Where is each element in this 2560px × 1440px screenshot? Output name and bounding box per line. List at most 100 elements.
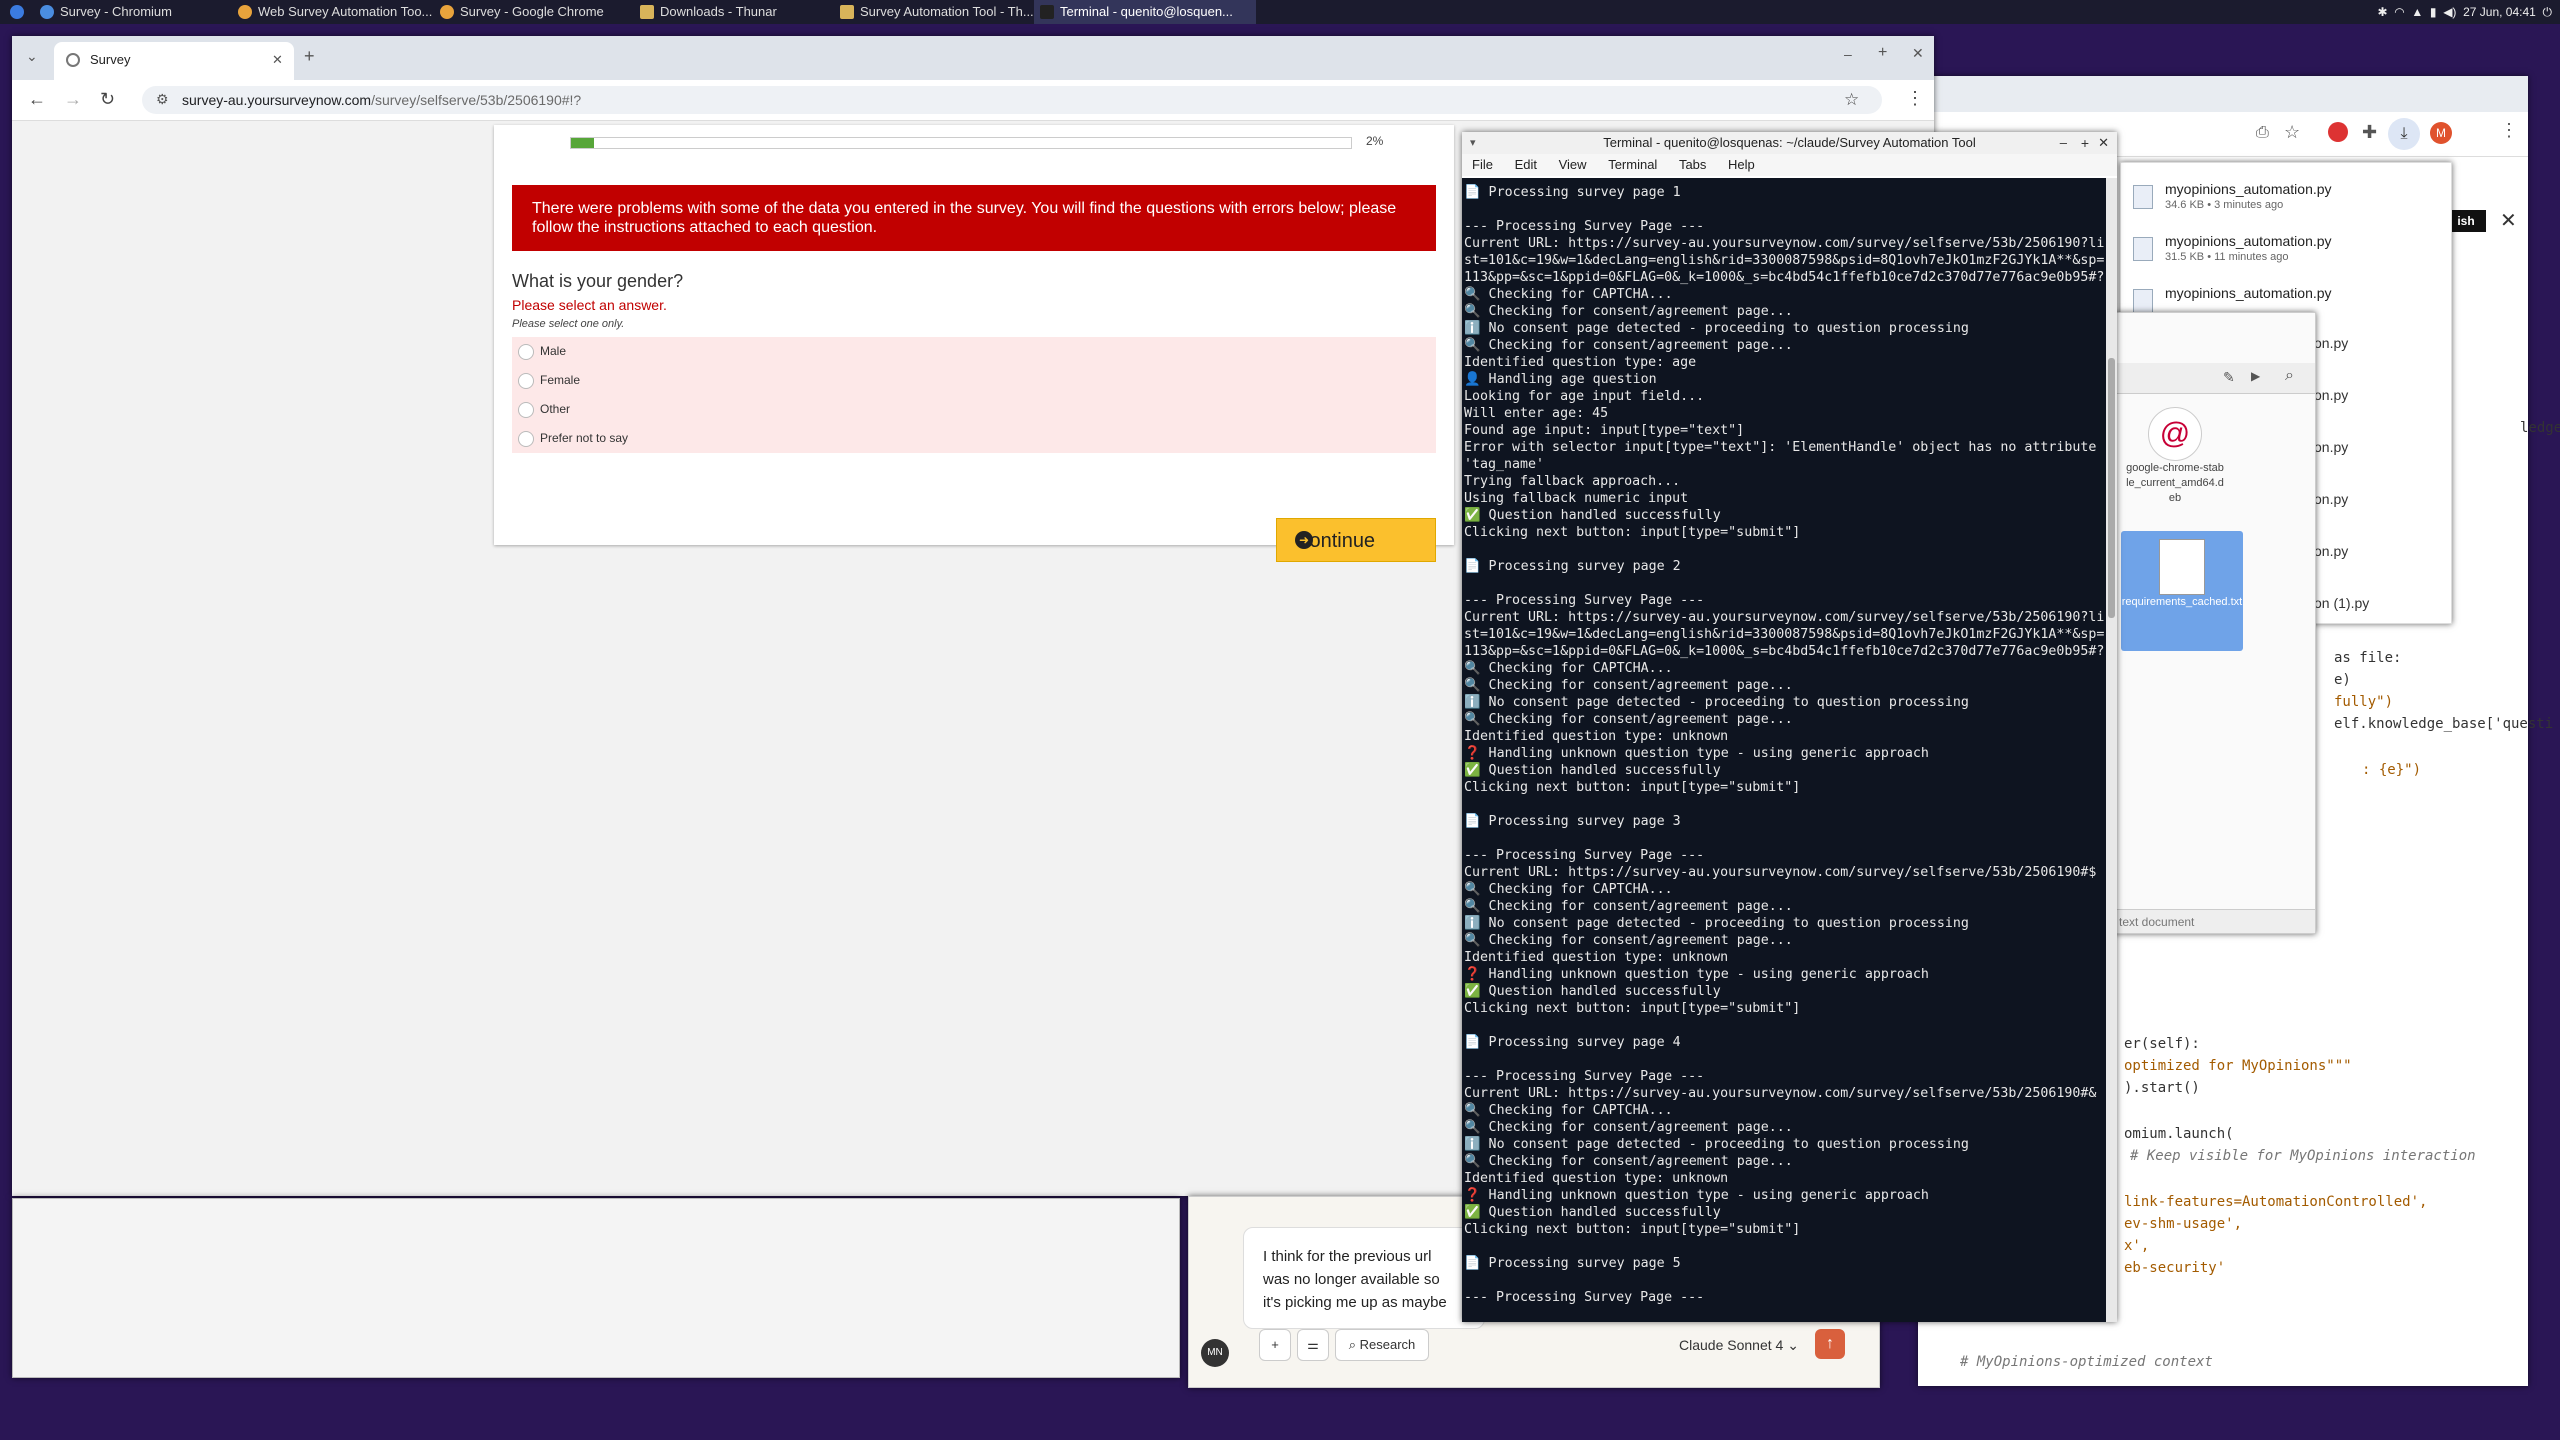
terminal-line: 🔍 Checking for CAPTCHA...	[1464, 1103, 1673, 1118]
menu-edit[interactable]: Edit	[1515, 157, 1537, 172]
site-info-icon[interactable]: ⚙	[156, 91, 169, 108]
code-line: as file:	[2334, 650, 2402, 666]
download-item-partial[interactable]: tion (1).py	[2307, 595, 2369, 611]
terminal-line: ℹ️ No consent page detected - proceeding…	[1464, 916, 1969, 931]
back-icon[interactable]: ←	[28, 89, 46, 110]
bookmark-star-icon[interactable]: ☆	[1844, 90, 1859, 110]
bookmark-star-icon[interactable]: ☆	[2284, 122, 2300, 143]
terminal-line: Error with selector input[type="text"]: …	[1464, 440, 2097, 455]
volume-icon[interactable]: ◀)	[2443, 5, 2456, 19]
menu-dots-icon[interactable]: ⋮	[2500, 120, 2518, 141]
profile-avatar[interactable]: M	[2430, 122, 2452, 144]
terminal-line: 113&pp=&sc=1&ppid=0&FLAG=0&_k=1000&_s=bc…	[1464, 644, 2105, 659]
download-icon[interactable]: ⤓	[2388, 118, 2420, 150]
minimize-icon[interactable]: –	[2060, 132, 2067, 154]
terminal-line: ❓ Handling unknown question type - using…	[1464, 1188, 1929, 1203]
menu-dots-icon[interactable]: ⋮	[1906, 88, 1924, 109]
terminal-line: ✅ Question handled successfully	[1464, 508, 1721, 523]
question-instruction: Please select one only.	[512, 318, 625, 330]
publish-button[interactable]: ish	[2446, 210, 2486, 232]
address-bar[interactable]: ⚙ survey-au.yoursurveynow.com/survey/sel…	[142, 86, 1882, 114]
radio-button[interactable]	[518, 402, 534, 418]
terminal-line: 🔍 Checking for consent/agreement page...	[1464, 712, 1793, 727]
radio-button[interactable]	[518, 344, 534, 360]
terminal-line: Looking for age input field...	[1464, 389, 1705, 404]
terminal-line: Current URL: https://survey-au.yoursurve…	[1464, 1086, 2097, 1101]
taskbar-item-downloads[interactable]: Downloads - Thunar	[634, 0, 850, 24]
extensions-icon[interactable]: ✚	[2362, 122, 2377, 143]
extension-badge-icon[interactable]	[2328, 122, 2348, 142]
code-line: optimized for MyOpinions"""	[2124, 1058, 2352, 1074]
taskbar-item-terminal[interactable]: Terminal - quenito@losquen...	[1034, 0, 1256, 24]
scrollbar-thumb[interactable]	[2108, 358, 2115, 618]
clock[interactable]: 27 Jun, 04:41	[2463, 5, 2536, 19]
continue-button[interactable]: Continue ➜	[1276, 518, 1436, 562]
terminal-line: Will enter age: 45	[1464, 406, 1609, 421]
file-item-deb[interactable]: @ google-chrome-stable_current_amd64.deb	[2125, 407, 2225, 517]
code-line: elf.knowledge_base['questi	[2334, 716, 2554, 732]
bluetooth-icon[interactable]: ✱	[2377, 5, 2387, 19]
code-line: x',	[2124, 1238, 2150, 1254]
terminal-line: Clicking next button: input[type="submit…	[1464, 1001, 1801, 1016]
minimize-icon[interactable]: –	[1844, 46, 1852, 62]
new-tab-icon[interactable]: +	[304, 46, 315, 67]
terminal-line: Found age input: input[type="text"]	[1464, 423, 1745, 438]
chat-message[interactable]: I think for the previous url was no long…	[1263, 1245, 1463, 1314]
reload-icon[interactable]: ↻	[100, 89, 115, 110]
maximize-icon[interactable]: +	[2081, 132, 2089, 154]
close-window-icon[interactable]: ✕	[1912, 45, 1924, 62]
browser-toolbar: ← → ↻ ⚙ survey-au.yoursurveynow.com/surv…	[12, 80, 1934, 121]
radio-button[interactable]	[518, 373, 534, 389]
taskbar-item-survey-chrome[interactable]: Survey - Google Chrome	[434, 0, 650, 24]
menu-view[interactable]: View	[1559, 157, 1587, 172]
taskbar-item-survey-chromium[interactable]: Survey - Chromium	[34, 0, 250, 24]
settings-sliders-button[interactable]: ⚌	[1297, 1329, 1329, 1361]
background-tabbar	[1918, 76, 2528, 112]
wifi-icon[interactable]: ◠	[2394, 5, 2404, 19]
taskbar-item-survey-tool[interactable]: Survey Automation Tool - Th...	[834, 0, 1060, 24]
app-menu-icon[interactable]	[8, 0, 26, 24]
tab-close-icon[interactable]: ✕	[272, 52, 283, 68]
model-selector[interactable]: Claude Sonnet 4 ⌄	[1679, 1337, 1799, 1354]
add-attachment-button[interactable]: +	[1259, 1329, 1291, 1361]
window-menu-icon[interactable]: ▾	[1470, 132, 1476, 154]
send-button[interactable]: ↑	[1815, 1329, 1845, 1359]
avatar[interactable]: MN	[1201, 1339, 1229, 1367]
search-icon[interactable]: ⌕	[2285, 367, 2294, 385]
research-button[interactable]: ⌕ Research	[1335, 1329, 1429, 1361]
maximize-icon[interactable]: +	[1878, 44, 1887, 62]
terminal-line: 📄 Processing survey page 2	[1464, 559, 1681, 574]
thunar-pathbar: ✎ ▶ ⌕	[2115, 363, 2315, 394]
tab-survey[interactable]: Survey ✕	[54, 42, 294, 80]
tab-strip: ⌄ Survey ✕ + – + ✕	[12, 36, 1934, 80]
install-icon[interactable]: ⎙	[2256, 124, 2269, 142]
tab-search-icon[interactable]: ⌄	[26, 48, 38, 65]
menu-help[interactable]: Help	[1728, 157, 1755, 172]
forward-icon[interactable]: →	[64, 89, 82, 110]
code-line: e)	[2334, 672, 2351, 688]
close-window-icon[interactable]: ✕	[2098, 132, 2109, 154]
terminal-line: ℹ️ No consent page detected - proceeding…	[1464, 1137, 1969, 1152]
menu-tabs[interactable]: Tabs	[1679, 157, 1706, 172]
code-line: ).start()	[2124, 1080, 2200, 1096]
radio-button[interactable]	[518, 431, 534, 447]
menu-file[interactable]: File	[1472, 157, 1493, 172]
menu-terminal[interactable]: Terminal	[1608, 157, 1657, 172]
next-icon[interactable]: ▶	[2251, 369, 2260, 383]
battery-icon[interactable]: ▮	[2430, 5, 2437, 19]
notification-icon[interactable]: ▲	[2411, 5, 2423, 19]
chrome-icon	[440, 5, 454, 19]
edit-icon[interactable]: ✎	[2223, 369, 2235, 386]
taskbar-item-web-survey[interactable]: Web Survey Automation Too...	[232, 0, 458, 24]
terminal-scrollbar[interactable]	[2106, 178, 2117, 1322]
terminal-line: Clicking next button: input[type="submit…	[1464, 1222, 1801, 1237]
code-comment: # MyOpinions-optimized context	[1960, 1354, 2213, 1370]
python-file-icon	[2133, 289, 2153, 313]
file-item-txt-selected[interactable]: requirements_cached.txt	[2121, 531, 2243, 651]
code-line: ev-shm-usage',	[2124, 1216, 2243, 1232]
terminal-output[interactable]: 📄 Processing survey page 1 --- Processin…	[1462, 178, 2106, 1322]
close-icon[interactable]: ✕	[2500, 208, 2517, 233]
power-icon[interactable]: ⏻	[2543, 5, 2553, 19]
terminal-line: --- Processing Survey Page ---	[1464, 1290, 1705, 1305]
